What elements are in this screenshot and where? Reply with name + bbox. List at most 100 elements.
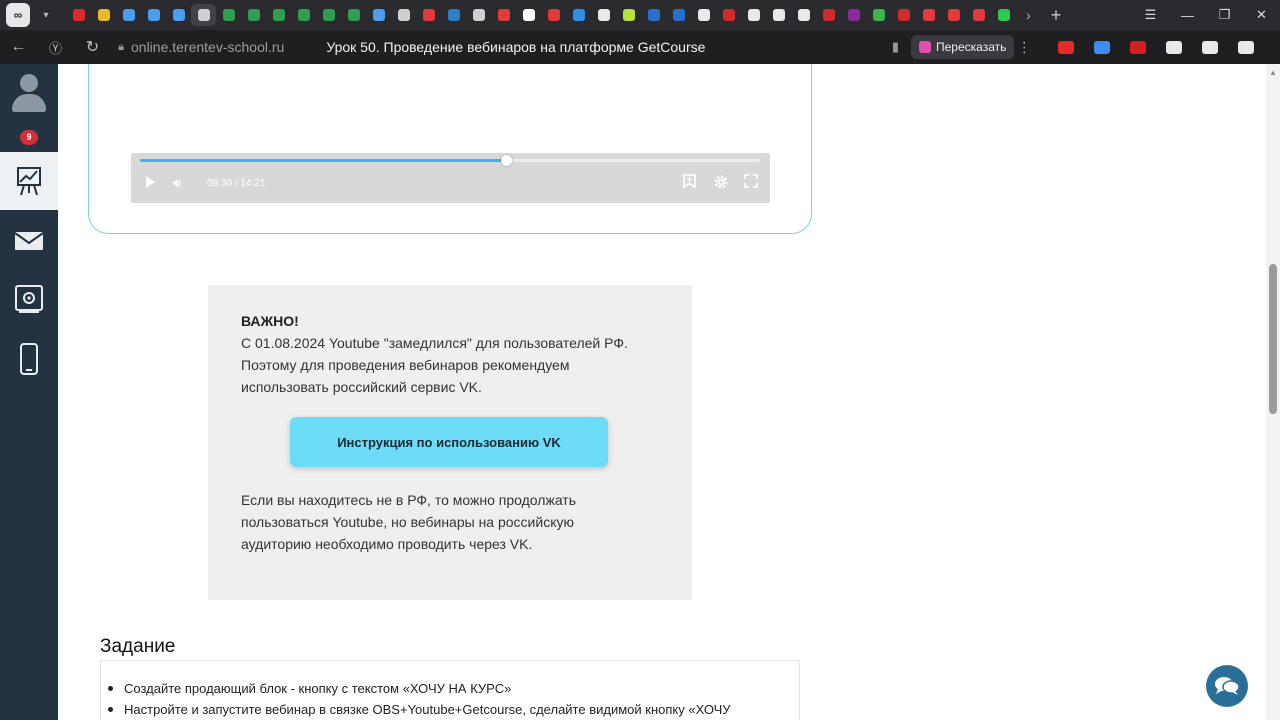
pinned-tab[interactable] [391,4,416,26]
favicon-icon [522,9,535,21]
sidebar-item-mobile[interactable] [0,330,58,388]
pinned-tab[interactable] [291,4,316,26]
pinned-tab[interactable] [116,4,141,26]
pinned-tab[interactable] [691,4,716,26]
favicon-icon [147,9,160,21]
progress-track[interactable] [140,155,760,166]
retell-icon [919,41,931,53]
close-window-button[interactable]: ✕ [1243,7,1280,23]
extension-icon[interactable] [1048,40,1084,54]
favicon-icon [222,9,235,21]
pinned-tab[interactable] [266,4,291,26]
new-tab-button[interactable]: + [1041,5,1071,26]
scrollbar-thumb[interactable] [1269,264,1277,414]
pinned-tab[interactable] [991,4,1016,26]
pinned-tab[interactable] [791,4,816,26]
address-bar: ← Ⓨ ↻ 🔒︎ online.terentev-school.ru Урок … [0,30,1280,64]
more-options-icon[interactable]: ⋮ [1014,39,1034,56]
pinned-tab[interactable] [841,4,866,26]
scroll-up-icon[interactable]: ▲ [1269,68,1277,77]
pinned-tab[interactable] [941,4,966,26]
pinned-tab[interactable] [516,4,541,26]
chevron-down-icon[interactable]: ▾ [36,10,56,21]
favicon-icon [472,9,485,21]
yandex-icon[interactable]: Ⓨ [37,38,74,57]
favicon-icon [422,9,435,21]
favicon-icon [72,9,85,21]
task-heading: Задание [100,636,176,657]
pinned-tab[interactable] [666,4,691,26]
pinned-tab[interactable] [341,4,366,26]
video-player[interactable]: 🔊︎ 08:30 / 14:21 [131,153,770,203]
favicon-icon [697,9,710,21]
extension-icon[interactable] [1156,40,1192,54]
pinned-tab[interactable] [316,4,341,26]
play-icon[interactable] [146,176,155,188]
pinned-tab[interactable] [216,4,241,26]
gear-icon [15,285,43,313]
pinned-tab[interactable] [66,4,91,26]
minimize-button[interactable]: — [1169,8,1206,23]
app-menu-button[interactable]: ∞ [6,3,30,27]
pinned-tab[interactable] [141,4,166,26]
pinned-tab[interactable] [541,4,566,26]
favicon-icon [172,9,185,21]
fullscreen-icon[interactable] [744,174,758,191]
sidebar-item-settings[interactable] [0,270,58,328]
chevron-right-icon[interactable]: › [1016,7,1041,23]
pinned-tab[interactable] [416,4,441,26]
favicon-icon [622,9,635,21]
progress-handle[interactable] [500,155,512,166]
pinned-tab[interactable] [591,4,616,26]
sidebar-item-dashboard[interactable] [0,152,58,210]
bookmark-icon[interactable]: ▮ [892,39,899,55]
extension-icon[interactable] [1228,40,1264,54]
extension-icon[interactable] [1084,40,1120,54]
pinned-tab[interactable] [166,4,191,26]
pinned-tab[interactable] [466,4,491,26]
task-item: Создайте продающий блок - кнопку с текст… [108,678,808,699]
settings-icon[interactable] [713,174,729,193]
retell-button[interactable]: Пересказать [911,35,1015,59]
extension-icon[interactable] [1120,40,1156,54]
pinned-tab[interactable] [491,4,516,26]
sidebar-item-messages[interactable] [0,212,58,270]
back-button[interactable]: ← [0,38,37,56]
pinned-tab[interactable] [716,4,741,26]
pinned-tab[interactable] [441,4,466,26]
page-scrollbar[interactable]: ▲ [1266,64,1280,720]
reload-button[interactable]: ↻ [74,37,111,57]
avatar[interactable] [10,74,48,114]
pinned-tab[interactable] [566,4,591,26]
bookmark-add-icon[interactable] [683,174,696,191]
vk-instructions-button[interactable]: Инструкция по использованию VK [290,417,608,467]
favicon-icon [272,9,285,21]
pinned-tab[interactable] [641,4,666,26]
pinned-tab[interactable] [366,4,391,26]
pinned-tab[interactable] [91,4,116,26]
favicon-icon [347,9,360,21]
pinned-tab[interactable] [191,4,216,26]
important-notice: ВАЖНО! С 01.08.2024 Youtube "замедлился"… [208,285,692,600]
page-title: Урок 50. Проведение вебинаров на платфор… [326,39,706,55]
favicon-icon [372,9,385,21]
pinned-tab[interactable] [891,4,916,26]
pinned-tab[interactable] [866,4,891,26]
pinned-tab[interactable] [816,4,841,26]
url-field[interactable]: 🔒︎ online.terentev-school.ru Урок 50. Пр… [111,34,911,60]
pinned-tab[interactable] [916,4,941,26]
pinned-tab[interactable] [616,4,641,26]
favicon-icon [822,9,835,21]
tab-search-icon[interactable]: ☰ [1132,7,1169,23]
pinned-tab[interactable] [241,4,266,26]
pinned-tab[interactable] [966,4,991,26]
pinned-tab[interactable] [766,4,791,26]
volume-icon[interactable]: 🔊︎ [173,175,181,191]
chat-button[interactable] [1206,665,1248,707]
extension-icon[interactable] [1192,40,1228,54]
extension-icons [1048,40,1264,54]
favicon-icon [497,9,510,21]
restore-button[interactable]: ❐ [1206,7,1243,23]
pinned-tab[interactable] [741,4,766,26]
notice-title: ВАЖНО! [241,313,299,329]
